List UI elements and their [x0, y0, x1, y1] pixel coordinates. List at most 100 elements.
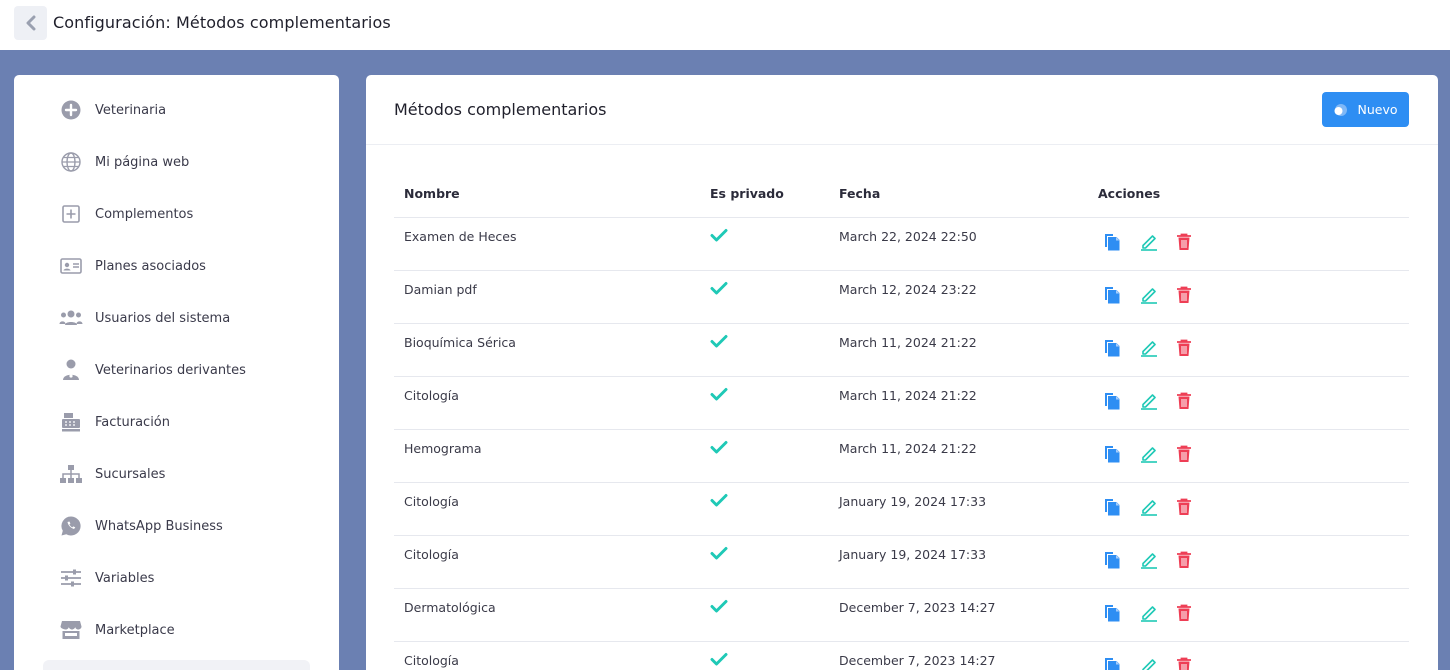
panel-header: Métodos complementarios Nuevo: [366, 75, 1438, 145]
toggle-icon: [1333, 103, 1348, 117]
edit-button[interactable]: [1140, 496, 1176, 518]
panel-title: Métodos complementarios: [394, 100, 607, 119]
cell-fecha: March 11, 2024 21:22: [839, 335, 977, 350]
sidebar-item-whatsapp-business[interactable]: WhatsApp Business: [59, 511, 309, 541]
sidebar-item-label: Mi página web: [95, 154, 190, 170]
edit-button[interactable]: [1140, 655, 1176, 670]
sidebar-item-marketplace[interactable]: Marketplace: [59, 615, 309, 645]
plus-square-icon: [59, 202, 83, 226]
plus-circle-icon: [59, 98, 83, 122]
delete-button[interactable]: [1176, 602, 1212, 624]
delete-button[interactable]: [1176, 443, 1212, 465]
copy-icon: [1105, 499, 1120, 516]
copy-button[interactable]: [1104, 602, 1140, 624]
copy-button[interactable]: [1104, 549, 1140, 571]
copy-button[interactable]: [1104, 390, 1140, 412]
doctor-icon: [59, 358, 83, 382]
copy-button[interactable]: [1104, 337, 1140, 359]
row-actions: [1104, 602, 1212, 624]
sidebar-item-label: Planes asociados: [95, 258, 206, 274]
pencil-icon: [1141, 606, 1157, 622]
settings-sidebar: Veterinaria Mi página web Complementos P…: [14, 75, 339, 670]
sidebar-item-facturacion[interactable]: Facturación: [59, 407, 309, 437]
trash-icon: [1177, 657, 1191, 670]
check-icon: [710, 598, 728, 617]
table-row: Citología January 19, 2024 17:33: [394, 483, 1409, 536]
delete-button[interactable]: [1176, 655, 1212, 670]
sidebar-item-mi-pagina-web[interactable]: Mi página web: [59, 147, 309, 177]
sidebar-item-label: Marketplace: [95, 622, 175, 638]
back-button[interactable]: [14, 6, 47, 40]
row-actions: [1104, 655, 1212, 670]
sidebar-item-label: Complementos: [95, 206, 194, 222]
new-button[interactable]: Nuevo: [1322, 92, 1409, 127]
sidebar-item-usuarios-del-sistema[interactable]: Usuarios del sistema: [59, 303, 309, 333]
delete-button[interactable]: [1176, 549, 1212, 571]
copy-icon: [1105, 658, 1120, 670]
sidebar-item-complementos[interactable]: Complementos: [59, 199, 309, 229]
delete-button[interactable]: [1176, 284, 1212, 306]
copy-icon: [1105, 446, 1120, 463]
row-actions: [1104, 496, 1212, 518]
copy-button[interactable]: [1104, 496, 1140, 518]
row-actions: [1104, 284, 1212, 306]
sidebar-item-sucursales[interactable]: Sucursales: [59, 459, 309, 489]
copy-button[interactable]: [1104, 655, 1140, 670]
sidebar-item-veterinaria[interactable]: Veterinaria: [59, 95, 309, 125]
copy-icon: [1105, 393, 1120, 410]
column-header-fecha[interactable]: Fecha: [839, 186, 880, 201]
cell-fecha: January 19, 2024 17:33: [839, 494, 987, 509]
edit-button[interactable]: [1140, 231, 1176, 253]
id-card-icon: [59, 254, 83, 278]
trash-icon: [1177, 604, 1191, 621]
row-actions: [1104, 337, 1212, 359]
copy-button[interactable]: [1104, 284, 1140, 306]
whatsapp-icon: [59, 514, 83, 538]
sidebar-item-label: WhatsApp Business: [95, 518, 223, 534]
edit-button[interactable]: [1140, 602, 1176, 624]
sidebar-item-variables[interactable]: Variables: [59, 563, 309, 593]
cell-fecha: March 11, 2024 21:22: [839, 441, 977, 456]
sidebar-item-active-highlight[interactable]: [43, 660, 310, 670]
copy-icon: [1105, 234, 1120, 251]
delete-button[interactable]: [1176, 231, 1212, 253]
delete-button[interactable]: [1176, 390, 1212, 412]
copy-button[interactable]: [1104, 231, 1140, 253]
edit-button[interactable]: [1140, 443, 1176, 465]
pencil-icon: [1141, 500, 1157, 516]
check-icon: [710, 545, 728, 564]
row-actions: [1104, 390, 1212, 412]
column-header-nombre[interactable]: Nombre: [404, 186, 460, 201]
copy-icon: [1105, 287, 1120, 304]
cell-fecha: March 11, 2024 21:22: [839, 388, 977, 403]
page-title: Configuración: Métodos complementarios: [53, 13, 391, 32]
copy-icon: [1105, 340, 1120, 357]
delete-button[interactable]: [1176, 337, 1212, 359]
edit-button[interactable]: [1140, 284, 1176, 306]
edit-button[interactable]: [1140, 337, 1176, 359]
copy-button[interactable]: [1104, 443, 1140, 465]
main-panel: Métodos complementarios Nuevo Nombre Es …: [366, 75, 1438, 670]
column-header-es-privado[interactable]: Es privado: [710, 186, 784, 201]
table-row: Citología January 19, 2024 17:33: [394, 536, 1409, 589]
row-actions: [1104, 549, 1212, 571]
sidebar-item-planes-asociados[interactable]: Planes asociados: [59, 251, 309, 281]
pencil-icon: [1141, 235, 1157, 251]
column-header-acciones: Acciones: [1098, 186, 1161, 201]
cash-register-icon: [59, 410, 83, 434]
trash-icon: [1177, 339, 1191, 356]
table-row: Damian pdf March 12, 2024 23:22: [394, 271, 1409, 324]
edit-button[interactable]: [1140, 549, 1176, 571]
delete-button[interactable]: [1176, 496, 1212, 518]
sidebar-item-label: Facturación: [95, 414, 170, 430]
table-row: Dermatológica December 7, 2023 14:27: [394, 589, 1409, 642]
edit-button[interactable]: [1140, 390, 1176, 412]
sidebar-item-veterinarios-derivantes[interactable]: Veterinarios derivantes: [59, 355, 309, 385]
pencil-icon: [1141, 288, 1157, 304]
cell-fecha: March 12, 2024 23:22: [839, 282, 977, 297]
pencil-icon: [1141, 341, 1157, 357]
check-icon: [710, 227, 728, 246]
cell-fecha: January 19, 2024 17:33: [839, 547, 987, 562]
cell-nombre: Hemograma: [404, 441, 482, 456]
trash-icon: [1177, 445, 1191, 462]
